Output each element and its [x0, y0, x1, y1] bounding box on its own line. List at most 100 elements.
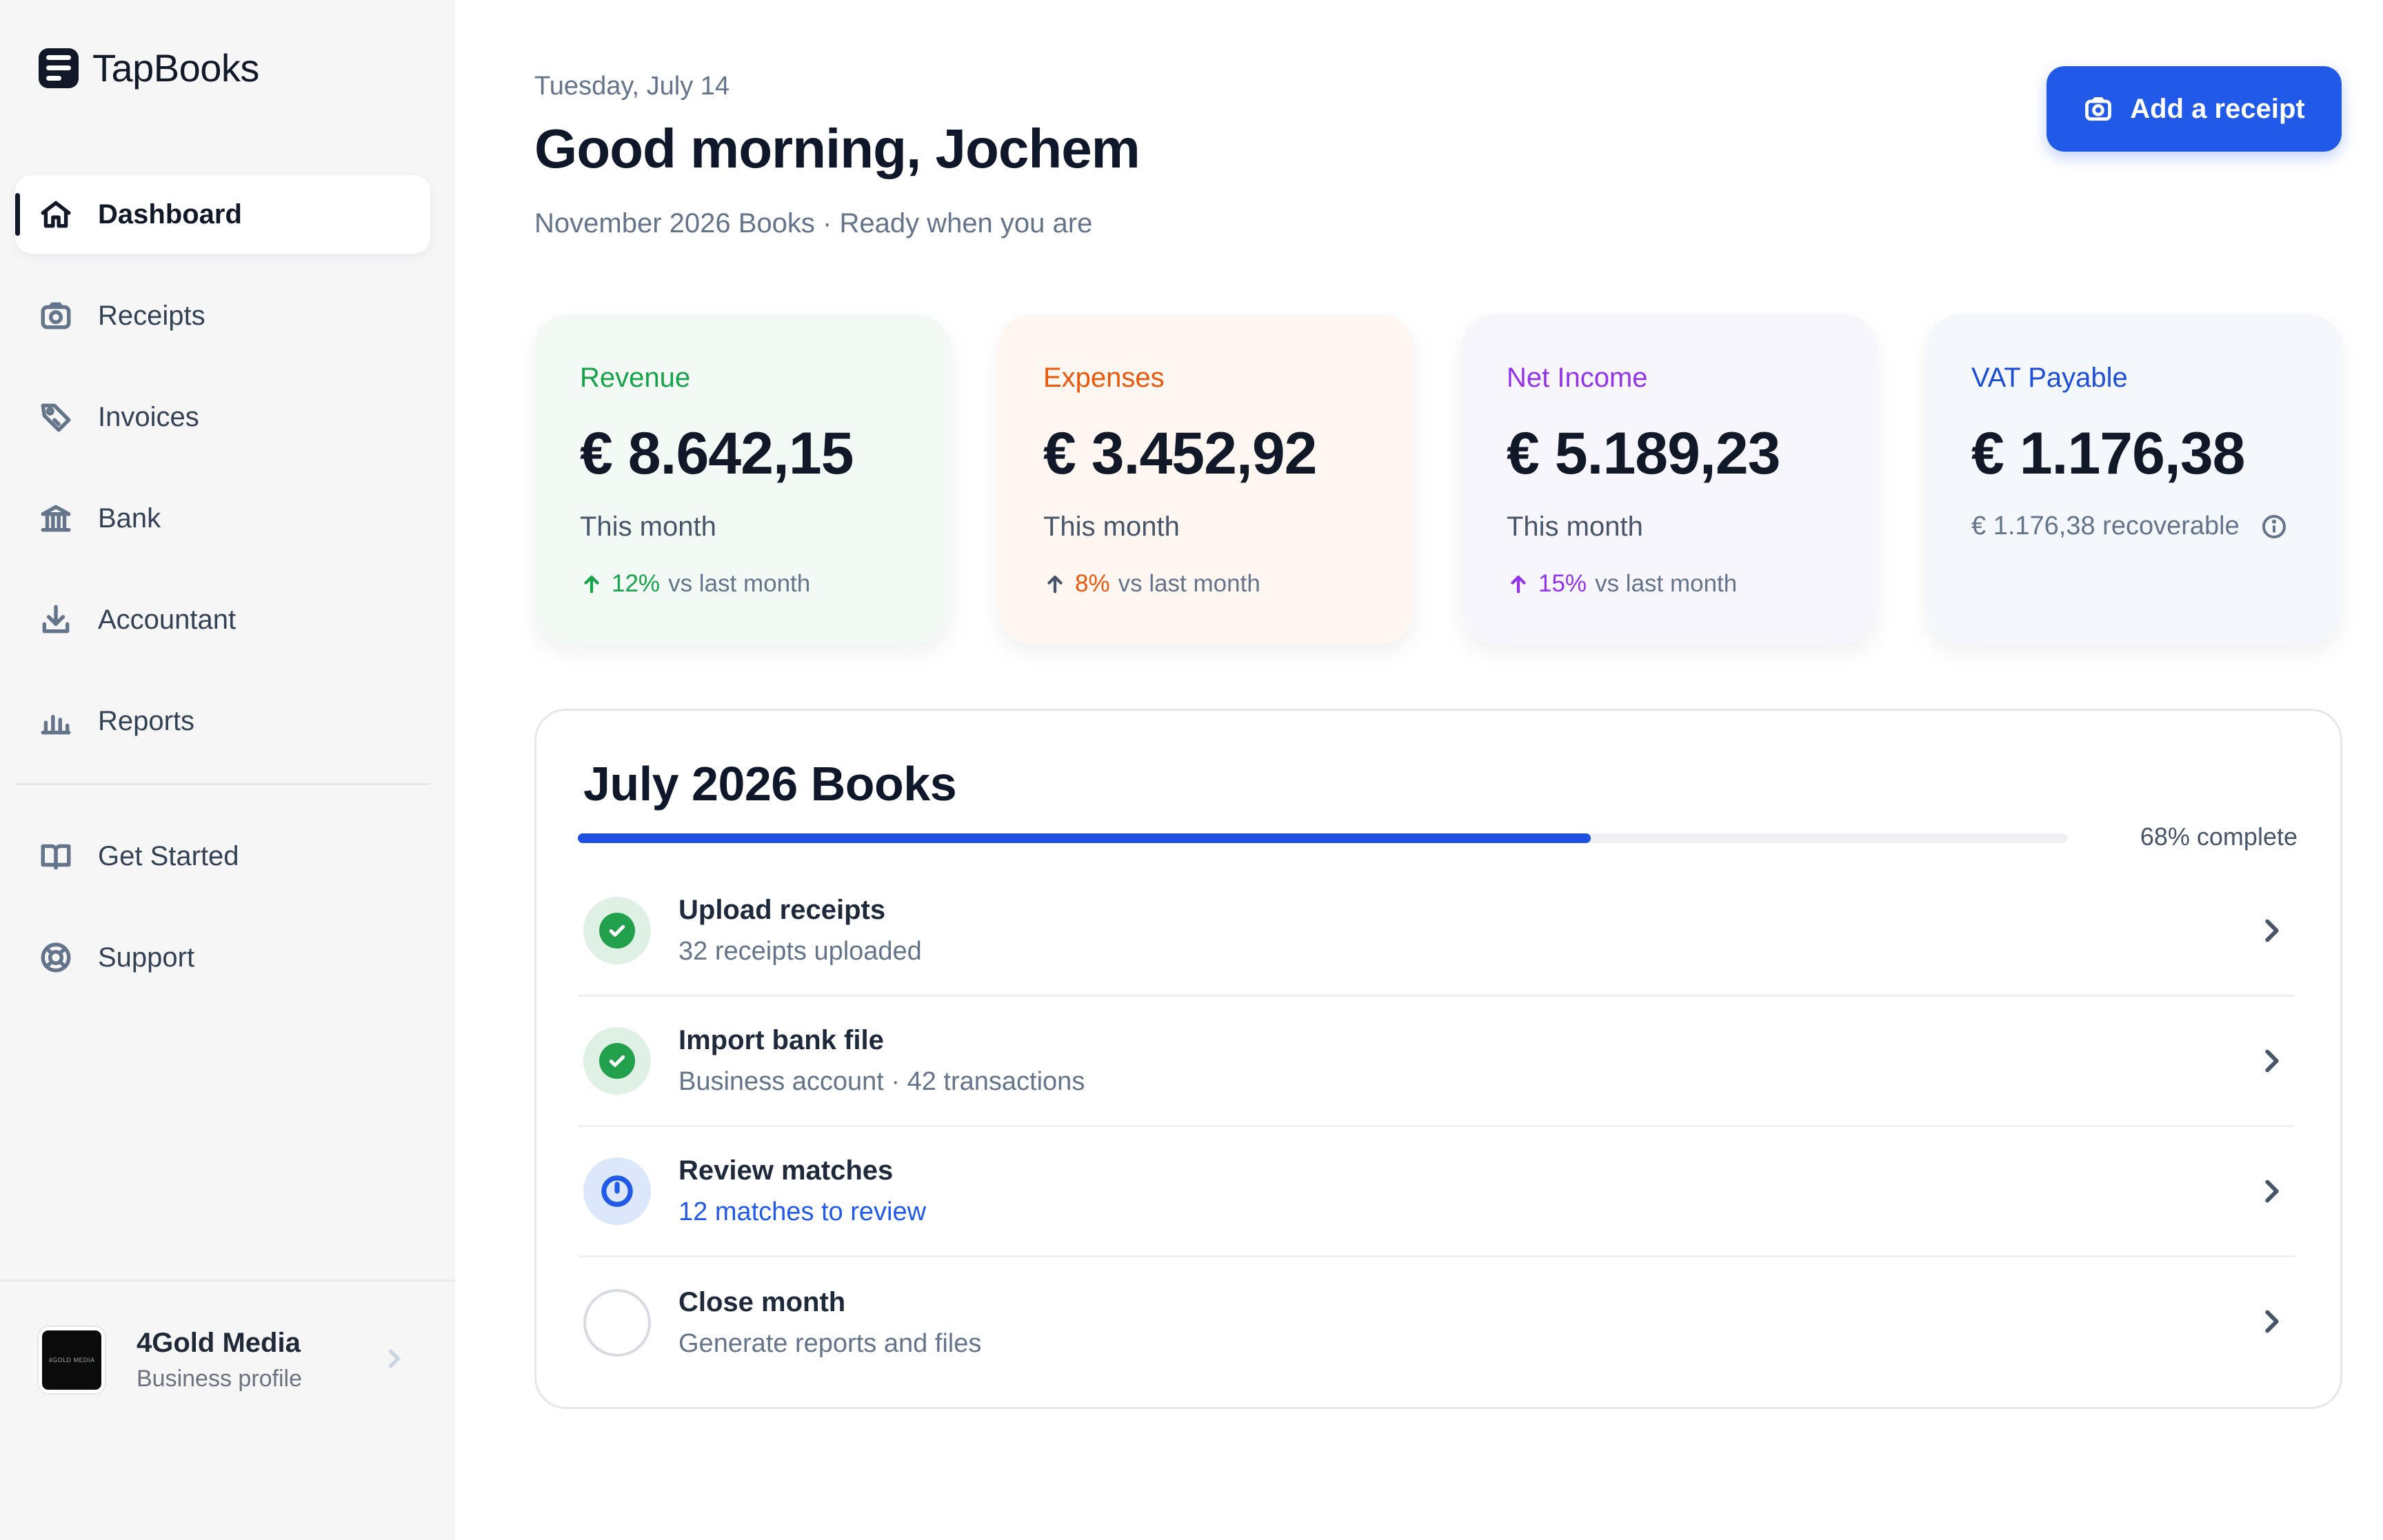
download-icon — [39, 602, 73, 637]
profile-subtitle: Business profile — [137, 1366, 303, 1392]
info-icon[interactable] — [2260, 513, 2288, 540]
books-panel: July 2026 Books 68% complete Upload rece… — [534, 709, 2342, 1409]
app-logo[interactable]: TapBooks — [39, 45, 259, 90]
sidebar-item-invoices[interactable]: Invoices — [15, 378, 430, 456]
revenue-card[interactable]: Revenue € 8.642,15 This month 12% vs las… — [534, 314, 951, 644]
books-progress-label: 68% complete — [2140, 822, 2297, 851]
vat-recoverable: € 1.176,38 recoverable — [1971, 511, 2342, 541]
trend-value: 12% — [612, 570, 661, 597]
summary-cards: Revenue € 8.642,15 This month 12% vs las… — [534, 314, 2342, 644]
card-title: Expenses — [1043, 363, 1165, 393]
trend-suffix: vs last month — [668, 570, 811, 597]
step-status — [583, 1027, 651, 1095]
step-title: Close month — [678, 1286, 846, 1317]
logo-icon — [39, 48, 79, 88]
step-review-matches[interactable]: Review matches 12 matches to review — [578, 1127, 2295, 1257]
sidebar-item-get-started[interactable]: Get Started — [15, 817, 430, 895]
card-period: This month — [580, 511, 716, 542]
sidebar-item-receipts[interactable]: Receipts — [15, 276, 430, 355]
card-title: Net Income — [1507, 363, 1648, 393]
trend-suffix: vs last month — [1118, 570, 1260, 597]
profile-text: 4Gold Media Business profile — [137, 1328, 302, 1392]
sidebar-item-label: Dashboard — [98, 199, 242, 230]
sidebar: TapBooks Dashboard Receipts Invoices Ban… — [0, 0, 455, 1540]
card-amount: € 1.176,38 — [1971, 421, 2245, 487]
step-subtitle: Generate reports and files — [678, 1328, 982, 1358]
arrow-up-icon — [584, 575, 599, 594]
step-status-empty-circle — [583, 1288, 651, 1357]
card-amount: € 5.189,23 — [1507, 421, 1780, 487]
add-receipt-button[interactable]: Add a receipt — [2047, 66, 2342, 152]
sidebar-nav: Dashboard Receipts Invoices Bank Account… — [15, 175, 430, 1020]
step-close-month[interactable]: Close month Generate reports and files — [578, 1257, 2295, 1388]
arrow-up-icon — [1047, 575, 1063, 594]
card-trend: 12% vs last month — [580, 570, 951, 598]
clock-icon — [601, 1175, 633, 1207]
sidebar-item-label: Receipts — [98, 300, 205, 331]
sidebar-item-bank[interactable]: Bank — [15, 479, 430, 558]
review-matches-link[interactable]: 12 matches to review — [678, 1197, 926, 1227]
sidebar-item-label: Get Started — [98, 840, 239, 871]
page-title: Good morning, Jochem — [534, 118, 1140, 179]
expenses-card[interactable]: Expenses € 3.452,92 This month 8% vs las… — [998, 314, 1414, 644]
step-import-bank-file[interactable]: Import bank file Business account · 42 t… — [578, 997, 2295, 1127]
tag-icon — [39, 400, 73, 434]
business-profile[interactable]: 4GOLD MEDIA 4Gold Media Business profile — [39, 1322, 411, 1398]
card-trend: 8% vs last month — [1043, 570, 1414, 598]
add-receipt-label: Add a receipt — [2130, 93, 2305, 124]
check-icon — [609, 924, 625, 937]
app-name: TapBooks — [92, 46, 259, 90]
sidebar-divider — [15, 783, 430, 785]
book-icon — [39, 839, 73, 873]
trend-value: 8% — [1075, 570, 1110, 597]
step-status — [583, 1157, 651, 1225]
profile-name: 4Gold Media — [137, 1328, 301, 1358]
sidebar-item-label: Support — [98, 942, 195, 973]
step-subtitle: Business account · 42 transactions — [678, 1067, 1085, 1096]
card-amount: € 3.452,92 — [1043, 421, 1317, 487]
chevron-right-icon — [2253, 1303, 2291, 1340]
chevron-right-icon — [376, 1341, 411, 1376]
sidebar-item-dashboard[interactable]: Dashboard — [15, 175, 430, 254]
books-steps: Upload receipts 32 receipts uploaded Imp… — [578, 867, 2295, 1388]
step-title: Import bank file — [678, 1025, 884, 1055]
sidebar-item-label: Accountant — [98, 604, 237, 635]
sidebar-item-label: Bank — [98, 503, 161, 534]
chevron-right-icon — [2253, 1042, 2291, 1080]
card-trend: 15% vs last month — [1507, 570, 1878, 598]
sidebar-item-label: Invoices — [98, 401, 199, 432]
card-title: Revenue — [580, 363, 691, 393]
vat-payable-card[interactable]: VAT Payable € 1.176,38 € 1.176,38 recove… — [1926, 314, 2342, 644]
step-status — [583, 897, 651, 964]
trend-suffix: vs last month — [1595, 570, 1738, 597]
camera-icon — [39, 298, 73, 333]
card-period: This month — [1043, 511, 1180, 542]
books-progress-bar — [578, 833, 2067, 843]
step-subtitle: 32 receipts uploaded — [678, 937, 922, 966]
arrow-up-icon — [1511, 575, 1526, 594]
recoverable-text: € 1.176,38 recoverable — [1971, 511, 2240, 540]
sidebar-item-accountant[interactable]: Accountant — [15, 580, 430, 659]
books-progress-fill — [578, 833, 1591, 843]
profile-divider — [0, 1279, 455, 1281]
chevron-right-icon — [2253, 1173, 2291, 1210]
chevron-right-icon — [2253, 912, 2291, 949]
check-icon — [609, 1055, 625, 1067]
home-icon — [39, 197, 73, 232]
step-upload-receipts[interactable]: Upload receipts 32 receipts uploaded — [578, 867, 2295, 997]
app-root: TapBooks Dashboard Receipts Invoices Ban… — [0, 0, 2383, 1540]
bank-icon — [39, 501, 73, 536]
page-subtitle: November 2026 Books · Ready when you are — [534, 208, 1093, 239]
lifebuoy-icon — [39, 940, 73, 975]
sidebar-item-label: Reports — [98, 705, 195, 736]
net-income-card[interactable]: Net Income € 5.189,23 This month 15% vs … — [1461, 314, 1878, 644]
card-amount: € 8.642,15 — [580, 421, 854, 487]
avatar: 4GOLD MEDIA — [39, 1327, 105, 1393]
card-period: This month — [1507, 511, 1643, 542]
books-title: July 2026 Books — [583, 757, 957, 811]
bar-chart-icon — [39, 704, 73, 738]
step-title: Review matches — [678, 1155, 894, 1186]
sidebar-item-support[interactable]: Support — [15, 918, 430, 997]
trend-value: 15% — [1538, 570, 1587, 597]
sidebar-item-reports[interactable]: Reports — [15, 682, 430, 760]
